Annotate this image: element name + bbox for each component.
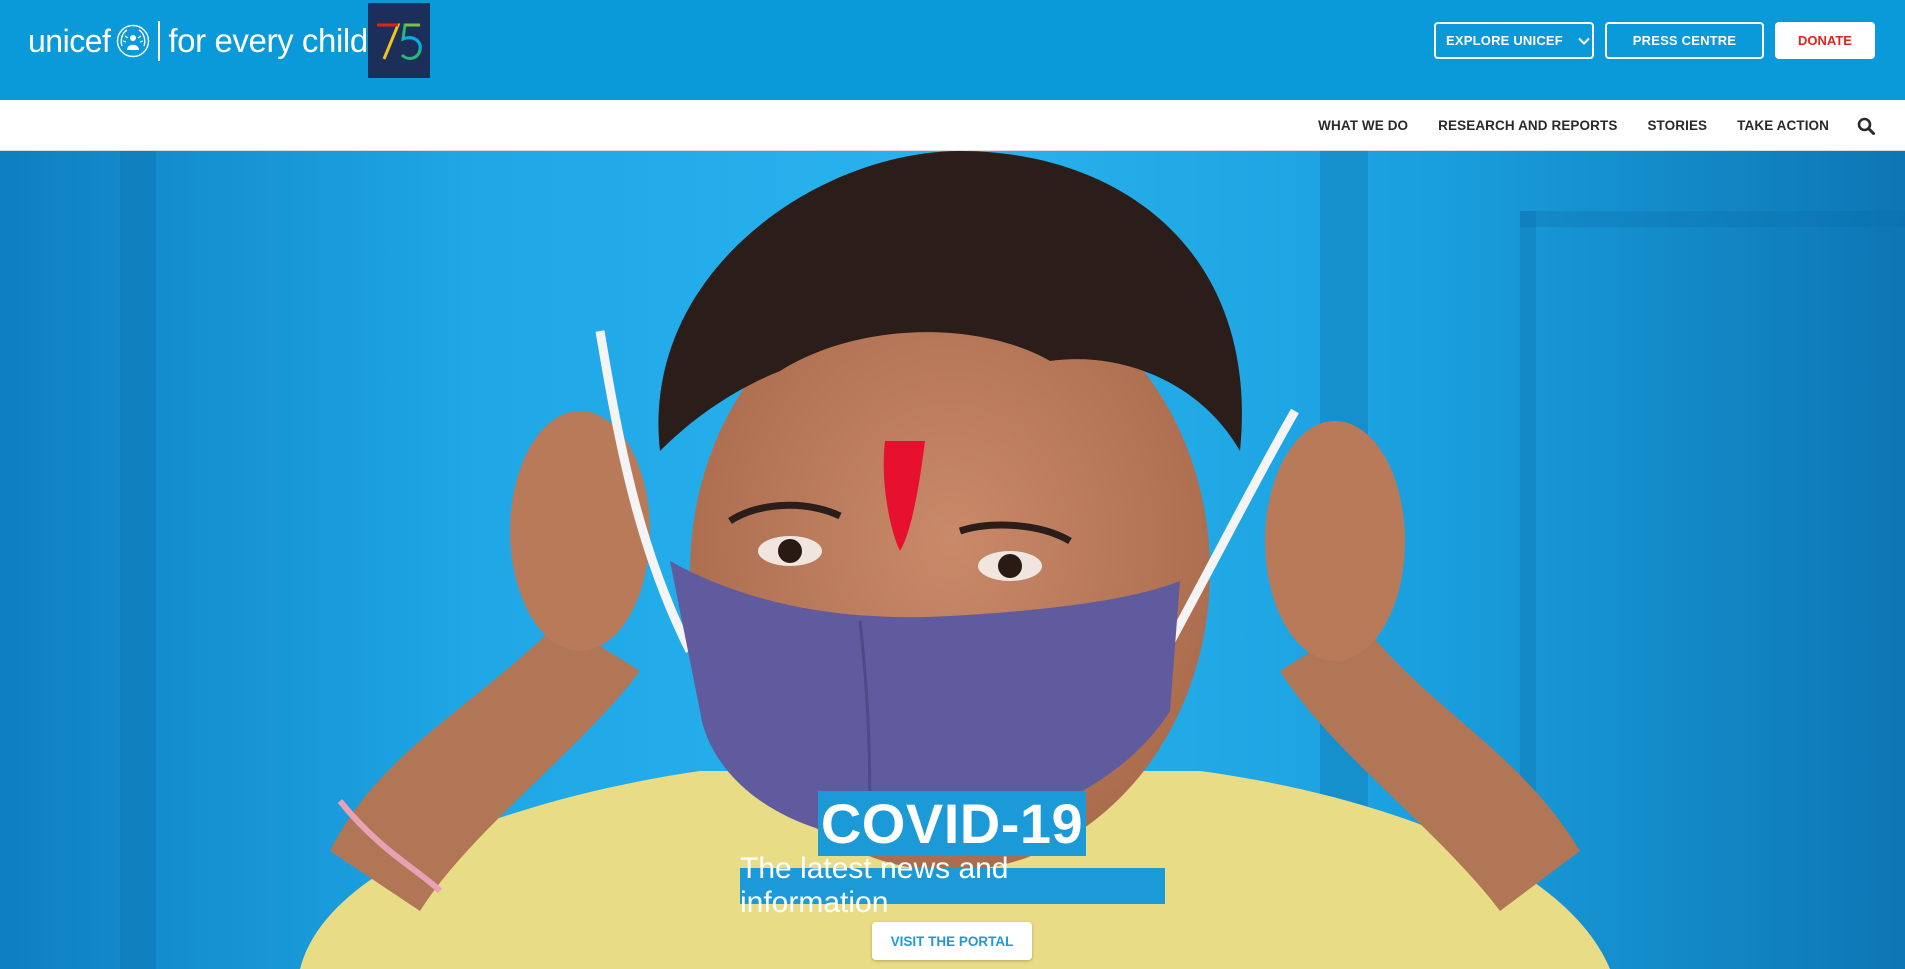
header-buttons: EXPLORE UNICEF PRESS CENTRE DONATE [1434, 22, 1875, 59]
donate-button[interactable]: DONATE [1775, 22, 1875, 59]
anniversary-75-graphic [377, 23, 422, 60]
explore-unicef-button[interactable]: EXPLORE UNICEF [1434, 22, 1594, 59]
hero-title: COVID-19 [818, 791, 1086, 856]
unicef-logo-link[interactable]: unicef for every child [28, 18, 368, 64]
logo-tagline: for every child [168, 22, 368, 59]
nav-item-take-action[interactable]: TAKE ACTION [1737, 118, 1829, 133]
top-bar: unicef for every child EXPLORE UNICEF PR… [0, 0, 1905, 100]
hero-banner: COVID-19 The latest news and information… [0, 151, 1905, 969]
visit-portal-button[interactable]: VISIT THE PORTAL [872, 922, 1032, 960]
search-icon [1857, 117, 1875, 135]
nav-items: WHAT WE DO RESEARCH AND REPORTS STORIES … [1288, 100, 1877, 151]
anniversary-75-badge [368, 3, 430, 78]
chevron-down-icon [1578, 37, 1590, 45]
search-button[interactable] [1855, 115, 1877, 137]
logo-divider [158, 21, 161, 61]
press-centre-button[interactable]: PRESS CENTRE [1605, 22, 1764, 59]
press-centre-label: PRESS CENTRE [1632, 33, 1737, 48]
donate-label: DONATE [1798, 33, 1852, 48]
hero-subtitle: The latest news and information [740, 852, 1165, 919]
main-nav: WHAT WE DO RESEARCH AND REPORTS STORIES … [0, 100, 1905, 151]
unicef-emblem-icon [117, 24, 150, 58]
explore-unicef-label: EXPLORE UNICEF [1446, 33, 1563, 48]
logo-wordmark: unicef [28, 22, 111, 59]
nav-item-research-and-reports[interactable]: RESEARCH AND REPORTS [1438, 118, 1617, 133]
nav-item-stories[interactable]: STORIES [1647, 118, 1707, 133]
nav-item-what-we-do[interactable]: WHAT WE DO [1318, 118, 1408, 133]
